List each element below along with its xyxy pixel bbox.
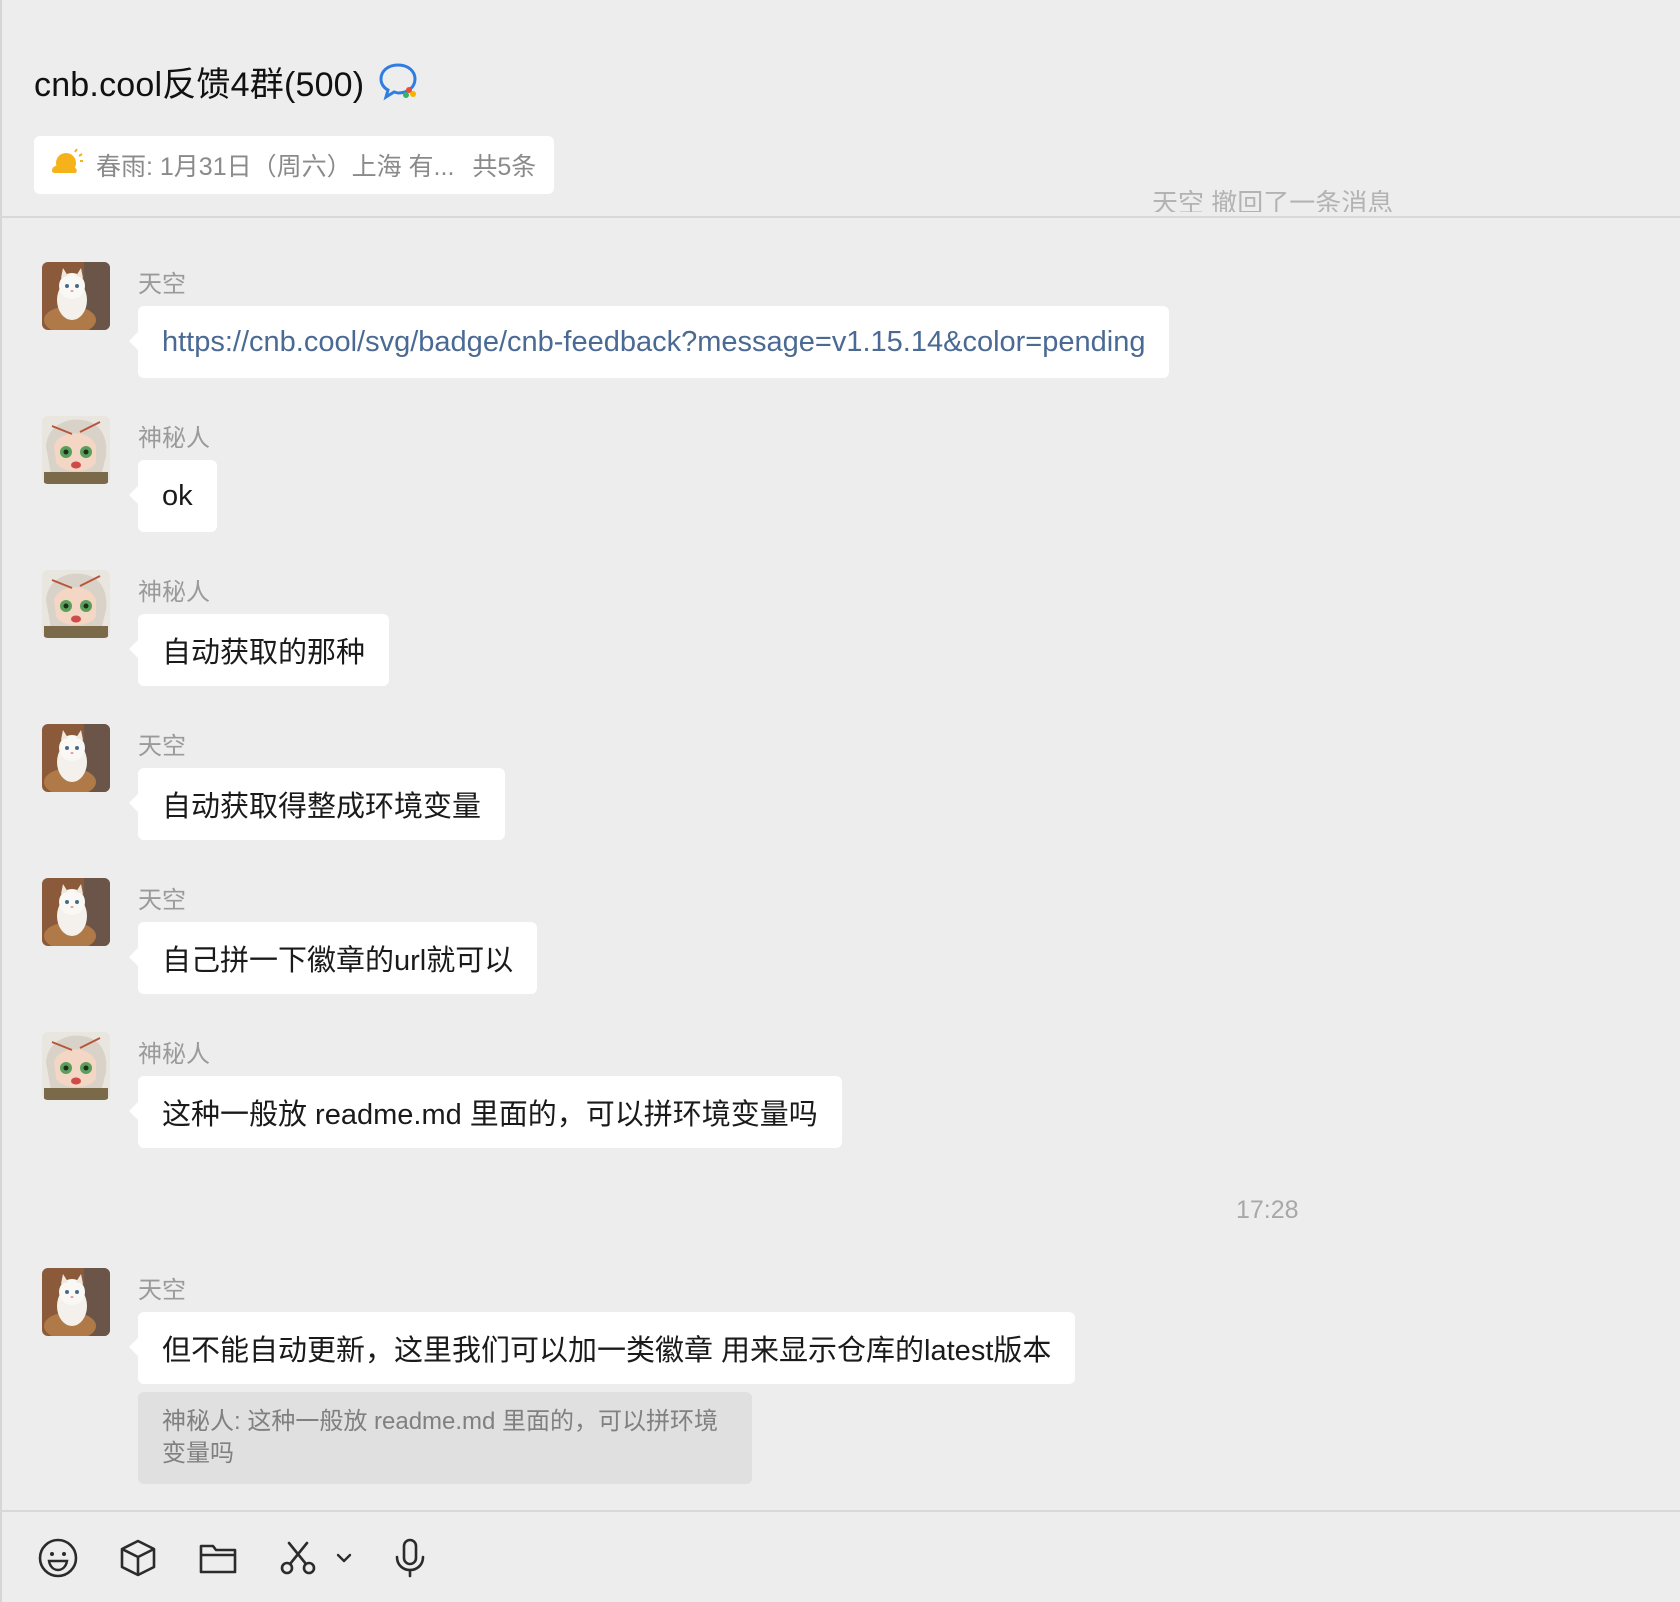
sender-name: 天空 <box>138 733 186 760</box>
avatar[interactable] <box>42 1268 110 1336</box>
message-bubble[interactable]: 但不能自动更新，这里我们可以加一类徽章 用来显示仓库的latest版本 <box>128 1312 1076 1384</box>
quoted-message[interactable]: 神秘人: 这种一般放 readme.md 里面的，可以拼环境变量吗 <box>138 1392 752 1484</box>
message-link-bubble[interactable]: https://cnb.cool/svg/badge/cnb-feedback?… <box>128 306 1170 378</box>
message-bubble[interactable]: 自动获取得整成环境变量 <box>128 768 506 840</box>
sender-name: 天空 <box>138 271 186 298</box>
message-bubble[interactable]: 这种一般放 readme.md 里面的，可以拼环境变量吗 <box>129 1076 842 1148</box>
message-bubble[interactable]: 自动获取的那种 <box>128 614 390 686</box>
avatar[interactable] <box>42 878 110 946</box>
sender-name: 神秘人 <box>138 579 210 606</box>
screenshot-options-dropdown[interactable] <box>330 1536 358 1580</box>
group-notice-bar[interactable]: 春雨: 1月31日（周六）上海 有... 共5条 <box>34 136 555 194</box>
sender-name: 天空 <box>138 887 186 914</box>
emoji-button[interactable] <box>36 1536 80 1580</box>
message-list: 天空 https://cnb.cool/svg/badge/cnb-feedba… <box>0 220 1680 1510</box>
folder-icon <box>199 1544 237 1574</box>
notice-text: 春雨: 1月31日（周六）上海 有... <box>96 153 455 181</box>
message-bubble[interactable]: ok <box>129 460 217 532</box>
chat-header: cnb.cool反馈4群(500) 春雨: 1月31日（周六）上海 有... 共… <box>0 0 1680 218</box>
avatar[interactable] <box>42 1032 110 1100</box>
sticker-button[interactable] <box>116 1536 160 1580</box>
file-button[interactable] <box>196 1536 240 1580</box>
avatar[interactable] <box>42 416 110 484</box>
screenshot-button[interactable] <box>276 1536 320 1580</box>
avatar[interactable] <box>42 724 110 792</box>
chat-title[interactable]: cnb.cool反馈4群(500) <box>34 57 364 106</box>
sticker-box-icon <box>120 1539 156 1577</box>
avatar[interactable] <box>42 570 110 638</box>
voice-button[interactable] <box>388 1536 432 1580</box>
message-timestamp: 17:28 <box>1236 1196 1299 1224</box>
sender-name: 天空 <box>138 1277 186 1304</box>
title-row: cnb.cool反馈4群(500) <box>34 56 420 106</box>
avatar[interactable] <box>42 262 110 330</box>
microphone-icon <box>395 1538 425 1578</box>
sender-name: 神秘人 <box>138 1041 210 1068</box>
emoji-icon <box>38 1538 78 1578</box>
notice-count: 共5条 <box>472 153 537 181</box>
system-message-clipped: 天空 撤回了一条消息 <box>1152 190 1394 212</box>
chat-bubble-icon[interactable] <box>378 60 420 102</box>
chevron-down-icon <box>336 1553 352 1563</box>
weather-sun-cloud-icon <box>52 148 83 173</box>
scissors-screenshot-icon <box>280 1541 316 1575</box>
message-bubble[interactable]: 自己拼一下徽章的url就可以 <box>128 922 538 994</box>
input-toolbar <box>0 1510 1680 1602</box>
sender-name: 神秘人 <box>138 425 210 452</box>
